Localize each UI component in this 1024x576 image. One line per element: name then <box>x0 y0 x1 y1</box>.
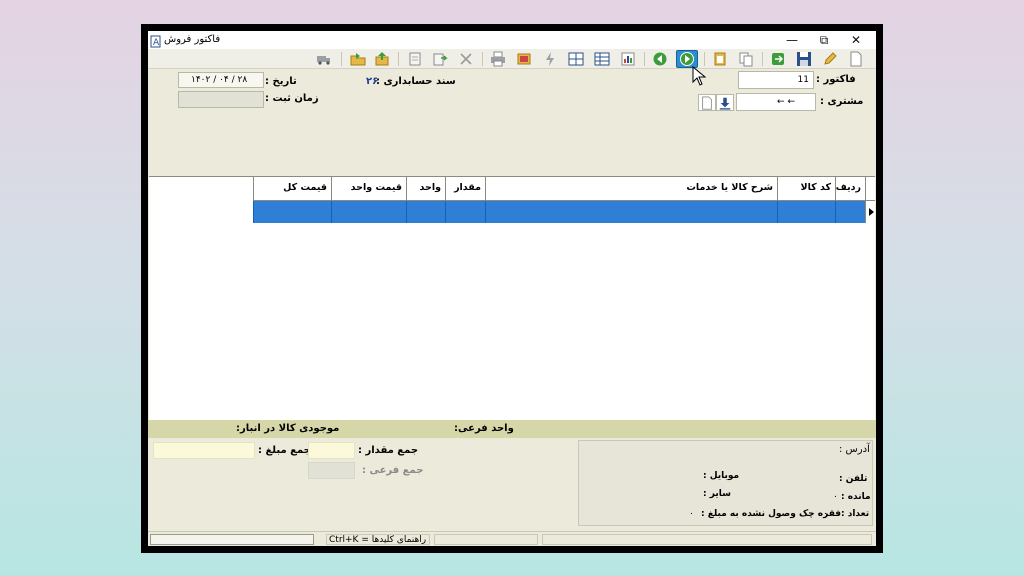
address-label: آدرس : <box>839 444 870 455</box>
cheque-value: ۰ <box>689 509 694 519</box>
total-sub-label: جمع فرعی : <box>362 465 424 476</box>
copy-icon[interactable] <box>738 51 754 67</box>
customer-label: مشتری : <box>820 96 864 107</box>
paste-icon[interactable] <box>712 51 728 67</box>
invoice-label: فاکتور : <box>816 74 856 85</box>
total-amount-label: جمع مبلغ : <box>258 445 311 456</box>
col-unit-price[interactable]: قیمت واحد <box>331 177 406 201</box>
export-icon[interactable] <box>374 51 390 67</box>
folder-open-icon[interactable] <box>350 51 366 67</box>
items-grid[interactable]: ردیف کد کالا شرح کالا یا خدمات مقدار واح… <box>149 176 875 420</box>
balance-label: مانده : <box>841 492 871 502</box>
doc-forward-icon[interactable] <box>432 51 448 67</box>
cell-unit-price[interactable] <box>331 201 406 223</box>
row-indicator <box>865 201 875 223</box>
bolt-icon[interactable] <box>542 51 558 67</box>
maximize-button[interactable]: ⧉ <box>810 31 838 49</box>
exit-green-icon[interactable] <box>770 51 786 67</box>
cheque-text: فقره چک وصول نشده به مبلغ : <box>701 509 842 519</box>
total-sub-field[interactable] <box>308 462 355 479</box>
accounting-doc-value: ۲۶ <box>366 76 379 87</box>
doc-icon <box>702 96 712 110</box>
invoice-field[interactable]: 11 <box>738 71 814 89</box>
close-button[interactable]: ✕ <box>842 31 870 49</box>
register-time-field[interactable] <box>178 91 264 108</box>
register-time-label: زمان ثبت : <box>265 93 319 104</box>
table-row[interactable] <box>253 201 865 223</box>
download-button[interactable] <box>716 94 734 111</box>
app-icon: A <box>150 35 161 48</box>
delete-icon[interactable] <box>458 51 474 67</box>
total-qty-field[interactable] <box>308 442 355 459</box>
new-icon[interactable] <box>848 51 864 67</box>
print-icon[interactable] <box>490 51 506 67</box>
copy-doc-icon[interactable] <box>407 51 423 67</box>
row-pointer-icon <box>869 208 874 216</box>
col-description[interactable]: شرح کالا یا خدمات <box>485 177 777 201</box>
chart-icon[interactable] <box>620 51 636 67</box>
grid-header: ردیف کد کالا شرح کالا یا خدمات مقدار واح… <box>253 177 875 201</box>
sub-unit-label: واحد فرعی: <box>454 423 514 434</box>
date-label: تاریخ : <box>265 76 297 87</box>
invoice-value: 11 <box>797 75 809 85</box>
status-bar: Ctrl+K = راهنمای کلیدها <box>148 531 876 546</box>
svg-text:A: A <box>153 38 160 48</box>
phone-label: تلفن : <box>839 474 868 484</box>
minimize-button[interactable]: — <box>778 31 806 49</box>
cell-description[interactable] <box>485 201 777 223</box>
accounting-doc-label: سند حسابداری : <box>376 76 456 87</box>
status-progress <box>150 534 314 545</box>
grid-icon[interactable] <box>568 51 584 67</box>
customer-value: ← ← <box>777 97 795 107</box>
count-label: تعداد : <box>841 509 870 519</box>
report-icon[interactable] <box>516 51 532 67</box>
cell-row-number[interactable] <box>835 201 865 223</box>
blank-doc-button[interactable] <box>698 94 716 111</box>
cell-quantity[interactable] <box>445 201 485 223</box>
cell-total-price[interactable] <box>253 201 331 223</box>
title-group: A فاکتور فروش <box>148 34 228 48</box>
col-total-price[interactable]: قیمت کل <box>253 177 331 201</box>
status-panel-3 <box>542 534 872 545</box>
info-strip: موجودی کالا در انبار: واحد فرعی: <box>148 420 876 438</box>
status-panel-2 <box>434 534 538 545</box>
download-icon <box>719 97 731 110</box>
keyboard-hint: Ctrl+K = راهنمای کلیدها <box>329 535 427 545</box>
total-amount-field[interactable] <box>153 442 255 459</box>
mobile-label: موبایل : <box>703 471 740 481</box>
mouse-cursor-icon <box>692 66 706 86</box>
title-bar: ✕ ⧉ — A فاکتور فروش <box>148 31 876 49</box>
toolbar <box>148 49 876 69</box>
col-indicator <box>865 177 875 201</box>
col-item-code[interactable]: کد کالا <box>777 177 835 201</box>
col-quantity[interactable]: مقدار <box>445 177 485 201</box>
date-field[interactable]: ۱۴۰۲ / ۰۴ / ۲۸ <box>178 72 264 88</box>
col-unit[interactable]: واحد <box>406 177 445 201</box>
window-title: فاکتور فروش <box>164 34 221 45</box>
col-row-number[interactable]: ردیف <box>835 177 865 201</box>
other-label: سایر : <box>703 489 731 499</box>
stock-label: موجودی کالا در انبار: <box>236 423 340 434</box>
date-value: ۱۴۰۲ / ۰۴ / ۲۸ <box>191 75 248 85</box>
total-qty-label: جمع مقدار : <box>358 445 419 456</box>
balance-value: ۰ <box>833 492 838 502</box>
truck-icon[interactable] <box>316 51 332 67</box>
customer-field[interactable]: ← ← <box>736 93 816 111</box>
edit-icon[interactable] <box>822 51 838 67</box>
customer-info-panel: آدرس : تلفن : موبایل : مانده : ۰ سایر : … <box>578 440 873 526</box>
back-icon[interactable] <box>652 51 668 67</box>
status-hint: Ctrl+K = راهنمای کلیدها <box>326 534 430 545</box>
cell-item-code[interactable] <box>777 201 835 223</box>
sales-invoice-window: ✕ ⧉ — A فاکتور فروش فاکتور: 11 مشتری: … <box>148 31 876 546</box>
table-icon[interactable] <box>594 51 610 67</box>
cell-unit[interactable] <box>406 201 445 223</box>
save-icon[interactable] <box>796 51 812 67</box>
